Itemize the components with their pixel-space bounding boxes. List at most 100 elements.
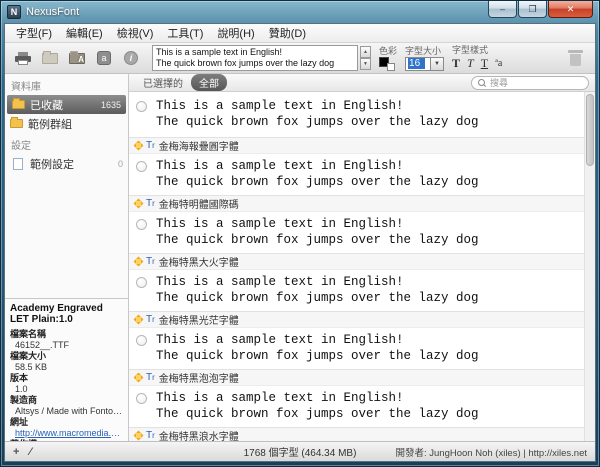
font-preview-line1: This is a sample text in English!: [156, 275, 404, 289]
font-name: 金梅特黑光茫字體: [158, 316, 239, 327]
italic-button[interactable]: T: [467, 56, 474, 71]
favorite-star-icon[interactable]: [133, 372, 144, 383]
info-value-manufacturer: Altsys / Made with Fontographer: [15, 406, 123, 416]
font-list-item[interactable]: Tr 金梅特黑泡泡字體 This is a sample text in Eng…: [129, 370, 584, 428]
sidebar-item-sample-group[interactable]: 範例群組: [5, 114, 128, 133]
settings-page-icon: [13, 157, 23, 170]
font-select-radio[interactable]: [136, 161, 147, 172]
font-list-item[interactable]: Tr 金梅特黑浪水字體 This is a sample text in Eng…: [129, 428, 584, 441]
window-controls: – ❐ ✕: [487, 1, 593, 18]
info-label-version: 版本: [10, 373, 29, 383]
vertical-scrollbar[interactable]: [584, 92, 595, 441]
print-button[interactable]: [11, 47, 35, 69]
sample-text-line2: The quick brown fox jumps over the lazy …: [156, 58, 335, 68]
sidebar-item-label: 範例設定: [30, 158, 74, 171]
case-toggle-button[interactable]: ªa: [495, 58, 502, 69]
font-preview-line2: The quick brown fox jumps over the lazy …: [156, 233, 479, 247]
font-select-radio[interactable]: [136, 335, 147, 346]
favorite-star-icon[interactable]: [133, 140, 144, 151]
sample-text-input[interactable]: This is a sample text in English! The qu…: [152, 45, 358, 71]
font-preview-line1: This is a sample text in English!: [156, 333, 404, 347]
font-select-radio[interactable]: [136, 101, 147, 112]
settings-section-header: 設定: [11, 141, 31, 152]
toolbar: A a i This is a sample text in English! …: [5, 43, 595, 74]
font-select-radio[interactable]: [136, 277, 147, 288]
font-name: 金梅特黑泡泡字體: [158, 374, 239, 385]
minimize-button[interactable]: –: [488, 1, 517, 18]
font-preview-line2: The quick brown fox jumps over the lazy …: [156, 175, 479, 189]
favorite-star-icon[interactable]: [133, 314, 144, 325]
font-select-radio[interactable]: [136, 219, 147, 230]
favorite-star-icon[interactable]: [133, 430, 144, 441]
app-icon: N: [7, 5, 21, 19]
font-style-group: 字型樣式 T T T ªa: [452, 45, 502, 71]
truetype-icon: Tr: [146, 255, 155, 267]
font-list-item[interactable]: Tr 金梅特黑光茫字體 This is a sample text in Eng…: [129, 312, 584, 370]
character-map-button[interactable]: a: [92, 47, 116, 69]
spinner-up-button[interactable]: ▲: [360, 46, 371, 58]
sidebar-item-sample-settings[interactable]: 範例設定 0: [5, 154, 128, 173]
menu-tools[interactable]: 工具(T): [160, 24, 210, 42]
add-folder-icon: [42, 50, 58, 64]
spinner-down-button[interactable]: ▼: [360, 58, 371, 70]
info-label-url: 網址: [10, 417, 29, 427]
favorite-star-icon[interactable]: [133, 256, 144, 267]
close-button[interactable]: ✕: [548, 1, 593, 18]
tab-selected-fonts[interactable]: 已選擇的: [135, 74, 191, 91]
menu-bar: 字型(F) 編輯(E) 檢視(V) 工具(T) 說明(H) 贊助(D): [5, 24, 595, 43]
scrollbar-thumb[interactable]: [586, 94, 594, 166]
font-preview-line2: The quick brown fox jumps over the lazy …: [156, 291, 479, 305]
info-value-url-link[interactable]: http://www.macromedia.com/: [10, 428, 123, 439]
developer-credit: 開發者: JungHoon Noh (xiles) | http://xiles…: [395, 447, 588, 459]
font-count-badge: 0: [117, 158, 123, 169]
info-label-filename: 檔案名稱: [10, 329, 47, 339]
font-size-value[interactable]: 16: [405, 56, 432, 71]
font-folder-button[interactable]: A: [65, 47, 89, 69]
font-count-badge: 1635: [100, 99, 121, 110]
info-label-manufacturer: 製造商: [10, 395, 38, 405]
font-info-title: Academy Engraved LET Plain:1.0: [10, 303, 103, 325]
font-list-item[interactable]: This is a sample text in English! The qu…: [129, 92, 584, 138]
menu-donate[interactable]: 贊助(D): [262, 24, 313, 42]
font-size-combobox[interactable]: 16 ▼: [405, 56, 445, 71]
search-input[interactable]: [490, 77, 582, 88]
font-folder-icon: A: [69, 50, 85, 64]
search-icon: [478, 78, 486, 87]
truetype-icon: Tr: [146, 429, 155, 441]
character-map-icon: a: [97, 51, 111, 65]
trash-button[interactable]: [568, 50, 583, 66]
font-list-item[interactable]: Tr 金梅特明體國際碼 This is a sample text in Eng…: [129, 196, 584, 254]
font-style-label: 字型樣式: [452, 45, 489, 55]
bold-button[interactable]: T: [452, 56, 460, 71]
font-list-item[interactable]: Tr 金梅特黑大火字體 This is a sample text in Eng…: [129, 254, 584, 312]
menu-help[interactable]: 說明(H): [210, 24, 261, 42]
window-content: 字型(F) 編輯(E) 檢視(V) 工具(T) 說明(H) 贊助(D) A a …: [4, 23, 596, 462]
font-name: 金梅特黑浪水字體: [158, 432, 239, 441]
sidebar-item-label: 已收藏: [30, 99, 63, 112]
truetype-icon: Tr: [146, 313, 155, 325]
titlebar[interactable]: N NexusFont – ❐ ✕: [1, 1, 599, 23]
background-color-swatch[interactable]: [387, 62, 395, 71]
font-name: 金梅特黑大火字體: [158, 258, 239, 269]
font-select-radio[interactable]: [136, 393, 147, 404]
tab-all-fonts[interactable]: 全部: [191, 74, 227, 91]
search-box[interactable]: [471, 75, 589, 90]
sidebar-item-favorites[interactable]: 已收藏 1635: [7, 95, 126, 114]
font-size-label: 字型大小: [405, 45, 442, 56]
maximize-button[interactable]: ❐: [518, 1, 547, 18]
folder-icon: [12, 98, 25, 109]
menu-view[interactable]: 檢視(V): [110, 24, 161, 42]
font-preview-line2: The quick brown fox jumps over the lazy …: [156, 349, 479, 363]
menu-edit[interactable]: 編輯(E): [59, 24, 110, 42]
menu-font[interactable]: 字型(F): [9, 24, 59, 42]
info-button[interactable]: i: [119, 47, 143, 69]
underline-button[interactable]: T: [481, 56, 488, 71]
add-folder-button[interactable]: [38, 47, 62, 69]
color-swatches[interactable]: [379, 56, 395, 71]
nexusfont-window: N NexusFont – ❐ ✕ 字型(F) 編輯(E) 檢視(V) 工具(T…: [0, 0, 600, 467]
chevron-down-icon[interactable]: ▼: [431, 56, 445, 71]
font-list-item[interactable]: Tr 金梅海報疊圓字體 This is a sample text in Eng…: [129, 138, 584, 196]
window-title: NexusFont: [26, 6, 80, 18]
favorite-star-icon[interactable]: [133, 198, 144, 209]
trash-icon: [568, 50, 583, 53]
